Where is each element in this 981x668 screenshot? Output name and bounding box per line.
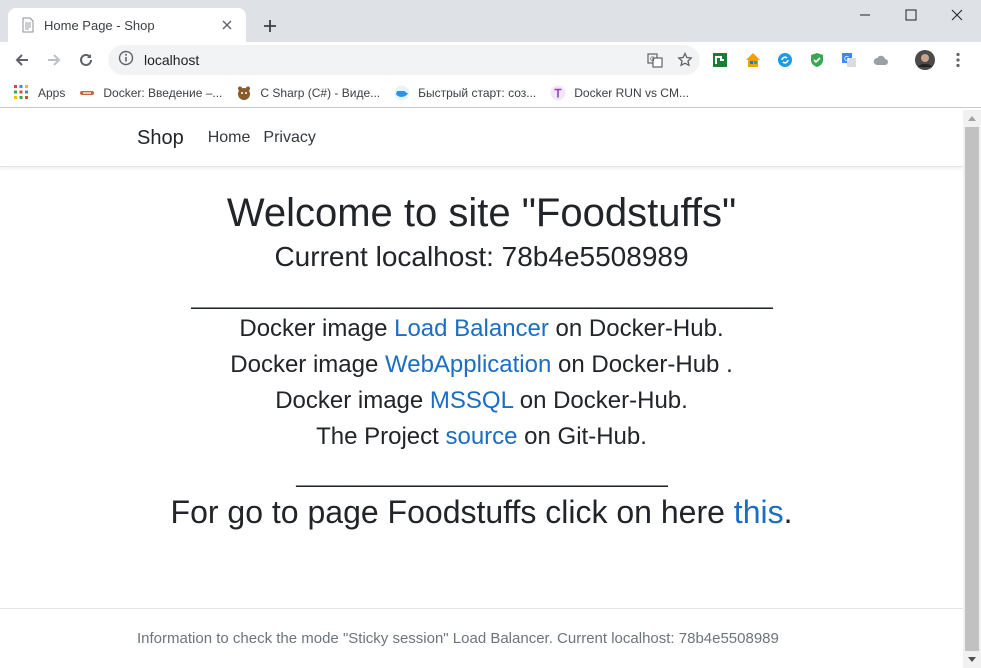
docker-whale-icon	[394, 85, 410, 101]
goto-foodstuffs-link[interactable]: this	[734, 494, 784, 530]
browser-menu-icon[interactable]	[948, 50, 968, 70]
line-text: Docker image	[230, 351, 385, 378]
csharp-site-icon	[236, 85, 252, 101]
bookmark-docker-intro[interactable]: Docker: Введение –...	[79, 85, 222, 101]
goto-text: For go to page Foodstuffs click on here	[170, 494, 734, 530]
mssql-link[interactable]: MSSQL	[430, 387, 513, 414]
separator-line: ________________________________________…	[191, 283, 772, 310]
translate-icon[interactable]: G	[640, 45, 670, 75]
maximize-button[interactable]	[888, 0, 934, 30]
svg-text:G: G	[650, 56, 655, 63]
profile-avatar[interactable]	[915, 50, 935, 70]
info-line-load-balancer: Docker image Load Balancer on Docker-Hub…	[0, 311, 963, 347]
extension-translate-icon[interactable]: G	[839, 50, 859, 70]
line-text: on Docker-Hub.	[548, 315, 724, 342]
tab-strip: Home Page - Shop	[0, 0, 981, 42]
page-favicon-icon	[20, 17, 36, 33]
bookmark-docker-run[interactable]: Docker RUN vs CM...	[550, 85, 689, 101]
line-text: on Git-Hub.	[517, 423, 647, 450]
bookmark-label: Docker: Введение –...	[103, 85, 223, 100]
extension-shield-icon[interactable]	[807, 50, 827, 70]
goto-period: .	[783, 494, 793, 530]
bookmark-csharp[interactable]: C Sharp (C#) - Виде...	[236, 85, 380, 101]
new-tab-button[interactable]	[258, 14, 282, 38]
scroll-down-arrow-icon[interactable]	[963, 651, 981, 668]
page-scrollbar[interactable]	[963, 110, 981, 668]
page-footer: Information to check the mode "Sticky se…	[0, 608, 963, 668]
bookmark-apps[interactable]: Apps	[14, 84, 66, 101]
browser-toolbar: localhost G G	[0, 42, 981, 78]
close-tab-icon[interactable]	[218, 16, 236, 34]
bookmark-label: C Sharp (C#) - Виде...	[260, 85, 381, 100]
docker-site-icon	[79, 85, 95, 101]
extension-sync-icon[interactable]	[775, 50, 795, 70]
main-content: Welcome to site "Foodstuffs" Current loc…	[0, 189, 963, 533]
current-host-heading: Current localhost: 78b4e5508989	[274, 241, 689, 272]
webapplication-link[interactable]: WebApplication	[385, 351, 551, 378]
bookmark-label: Docker RUN vs CM...	[574, 85, 689, 100]
nav-privacy-link[interactable]: Privacy	[263, 129, 315, 147]
reload-button[interactable]	[72, 46, 100, 74]
bookmark-label: Apps	[38, 85, 66, 100]
address-bar[interactable]: localhost G	[108, 45, 700, 75]
separator-line-short: ______________________________	[296, 461, 667, 488]
back-button[interactable]	[8, 46, 36, 74]
url-text[interactable]: localhost	[144, 52, 640, 68]
site-navbar: Shop Home Privacy	[0, 110, 963, 167]
load-balancer-link[interactable]: Load Balancer	[394, 315, 549, 342]
info-icon[interactable]	[118, 50, 134, 71]
page-viewport: Shop Home Privacy Welcome to site "Foods…	[0, 110, 963, 668]
line-text: on Docker-Hub .	[551, 351, 733, 378]
extension-green-icon[interactable]	[710, 50, 730, 70]
minimize-button[interactable]	[842, 0, 888, 30]
bookmark-quickstart[interactable]: Быстрый старт: соз...	[394, 85, 536, 101]
source-link[interactable]: source	[445, 423, 517, 450]
extension-cloud-icon[interactable]	[871, 50, 891, 70]
bookmark-star-icon[interactable]	[670, 45, 700, 75]
tab-title: Home Page - Shop	[44, 17, 155, 33]
nav-home-link[interactable]: Home	[208, 129, 251, 147]
t-letter-icon	[550, 85, 566, 101]
bookmarks-bar: Apps Docker: Введение –... C Sharp (C#) …	[0, 78, 981, 108]
line-text: Docker image	[275, 387, 430, 414]
info-line-webapplication: Docker image WebApplication on Docker-Hu…	[0, 347, 963, 383]
svg-text:G: G	[844, 55, 849, 63]
close-window-button[interactable]	[934, 0, 980, 30]
browser-tab[interactable]: Home Page - Shop	[8, 8, 246, 42]
scroll-up-arrow-icon[interactable]	[963, 110, 981, 127]
line-text: The Project	[316, 423, 446, 450]
info-line-source: The Project source on Git-Hub.	[0, 419, 963, 455]
scroll-thumb[interactable]	[965, 127, 979, 651]
page-title: Welcome to site "Foodstuffs"	[226, 191, 737, 235]
line-text: Docker image	[239, 315, 395, 342]
info-line-mssql: Docker image MSSQL on Docker-Hub.	[0, 383, 963, 419]
line-text: on Docker-Hub.	[513, 387, 688, 414]
forward-button[interactable]	[40, 46, 68, 74]
brand-link[interactable]: Shop	[137, 127, 184, 150]
footer-text: Information to check the mode "Sticky se…	[137, 630, 779, 647]
apps-grid-icon	[14, 84, 30, 101]
bookmark-label: Быстрый старт: соз...	[418, 85, 537, 100]
goto-foodstuffs-line: For go to page Foodstuffs click on here …	[0, 491, 963, 533]
extension-house-icon[interactable]	[743, 50, 763, 70]
